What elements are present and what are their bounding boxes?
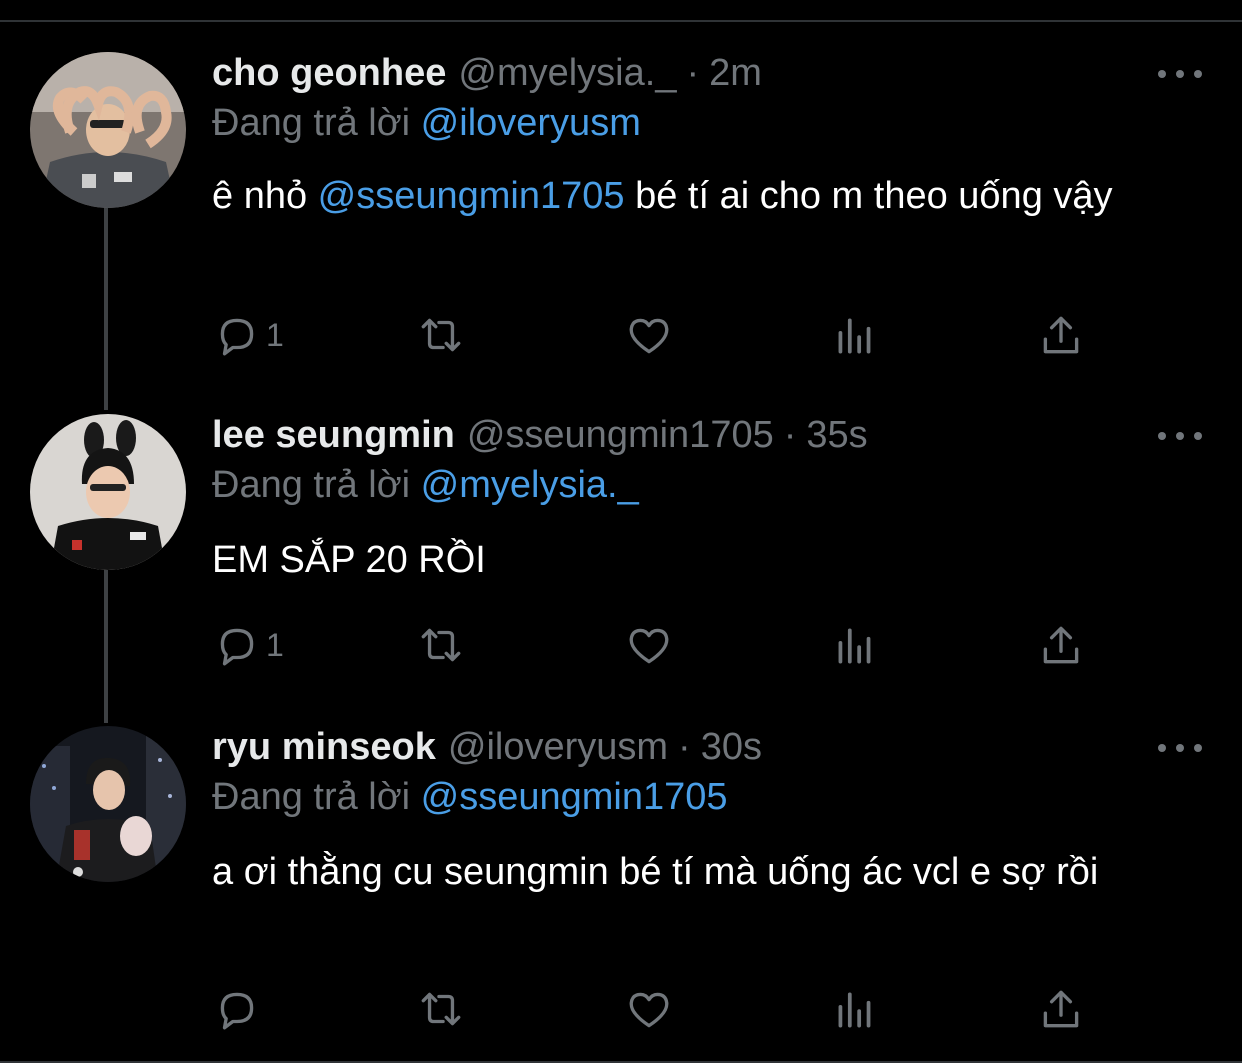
avatar[interactable]: [30, 414, 186, 570]
tweet[interactable]: ryu minseok @iloveryusm · 30s Đang trả l…: [0, 726, 1242, 1046]
replying-to-mention[interactable]: @iloveryusm: [421, 102, 641, 144]
avatar[interactable]: [30, 52, 186, 208]
display-name[interactable]: lee seungmin: [212, 414, 455, 457]
timestamp[interactable]: 30s: [701, 726, 762, 769]
tweet-header: cho geonhee @myelysia._ · 2m: [212, 52, 762, 102]
tweet-text-part: EM SẮP 20 RỒI: [212, 539, 486, 581]
tweet-header: ryu minseok @iloveryusm · 30s: [212, 726, 762, 776]
tweet-mention[interactable]: @sseungmin1705: [318, 175, 625, 217]
views-button[interactable]: [830, 310, 880, 360]
share-icon: [1043, 990, 1079, 1028]
tweet-text: a ơi thằng cu seungmin bé tí mà uống ác …: [212, 846, 1192, 898]
retweet-button[interactable]: [416, 984, 466, 1034]
reply-count: 1: [266, 626, 284, 663]
tweet-text-part: ê nhỏ: [212, 175, 318, 217]
display-name[interactable]: cho geonhee: [212, 52, 446, 95]
retweet-button[interactable]: [416, 620, 466, 670]
replying-to-mention[interactable]: @myelysia._: [421, 464, 639, 506]
tweet[interactable]: lee seungmin @sseungmin1705 · 35s Đang t…: [0, 414, 1242, 674]
more-dots-icon[interactable]: [1158, 426, 1202, 446]
like-button[interactable]: [624, 984, 674, 1034]
reply-count: 1: [266, 316, 284, 353]
tweet-text: EM SẮP 20 RỒI: [212, 534, 1192, 586]
like-icon: [629, 318, 669, 354]
views-button[interactable]: [830, 984, 880, 1034]
reply-icon: [220, 318, 254, 356]
avatar[interactable]: [30, 726, 186, 882]
replying-to-label: Đang trả lời: [212, 776, 411, 818]
user-handle[interactable]: @sseungmin1705: [467, 414, 774, 457]
tweet[interactable]: cho geonhee @myelysia._ · 2m Đang trả lờ…: [0, 52, 1242, 372]
display-name[interactable]: ryu minseok: [212, 726, 436, 769]
timestamp[interactable]: 2m: [709, 52, 762, 95]
share-icon: [1043, 316, 1079, 354]
more-dots-icon[interactable]: [1158, 738, 1202, 758]
action-bar: [212, 984, 1092, 1034]
tweet-text: ê nhỏ @sseungmin1705 bé tí ai cho m theo…: [212, 170, 1192, 222]
replying-to: Đang trả lời @myelysia._: [212, 464, 639, 507]
separator-dot: ·: [678, 726, 691, 768]
user-handle[interactable]: @myelysia._: [458, 52, 676, 95]
like-button[interactable]: [624, 620, 674, 670]
like-icon: [629, 992, 669, 1028]
action-bar: 1: [212, 310, 1092, 360]
views-button[interactable]: [830, 620, 880, 670]
retweet-icon: [421, 992, 461, 1026]
retweet-icon: [421, 318, 461, 352]
replying-to-label: Đang trả lời: [212, 102, 411, 144]
share-icon: [1043, 626, 1079, 664]
retweet-icon: [421, 628, 461, 662]
reply-icon: [220, 992, 254, 1030]
timestamp[interactable]: 35s: [806, 414, 867, 457]
more-dots-icon[interactable]: [1158, 64, 1202, 84]
reply-button[interactable]: 1: [212, 310, 284, 360]
reply-button[interactable]: [212, 984, 266, 1034]
top-divider: [0, 20, 1242, 22]
replying-to-label: Đang trả lời: [212, 464, 411, 506]
like-button[interactable]: [624, 310, 674, 360]
views-icon: [838, 992, 871, 1028]
replying-to: Đang trả lời @iloveryusm: [212, 102, 641, 145]
avatar-heart-hands-image: [30, 52, 186, 208]
avatar-bunny-ears-image: [30, 414, 186, 570]
replying-to-mention[interactable]: @sseungmin1705: [421, 776, 728, 818]
views-icon: [838, 318, 871, 354]
separator-dot: ·: [686, 52, 700, 94]
replying-to: Đang trả lời @sseungmin1705: [212, 776, 728, 819]
like-icon: [629, 628, 669, 664]
tweet-text-part: bé tí ai cho m theo uống vậy: [624, 175, 1113, 217]
reply-icon: [220, 628, 254, 666]
retweet-button[interactable]: [416, 310, 466, 360]
share-button[interactable]: [1036, 310, 1086, 360]
views-icon: [838, 628, 871, 664]
tweet-text-part: a ơi thằng cu seungmin bé tí mà uống ác …: [212, 851, 1099, 893]
share-button[interactable]: [1036, 984, 1086, 1034]
separator-dot: ·: [783, 414, 797, 456]
reply-button[interactable]: 1: [212, 620, 284, 670]
tweet-header: lee seungmin @sseungmin1705 · 35s: [212, 414, 868, 464]
action-bar: 1: [212, 620, 1092, 670]
avatar-night-city-image: [30, 726, 186, 882]
user-handle[interactable]: @iloveryusm: [448, 726, 668, 769]
share-button[interactable]: [1036, 620, 1086, 670]
